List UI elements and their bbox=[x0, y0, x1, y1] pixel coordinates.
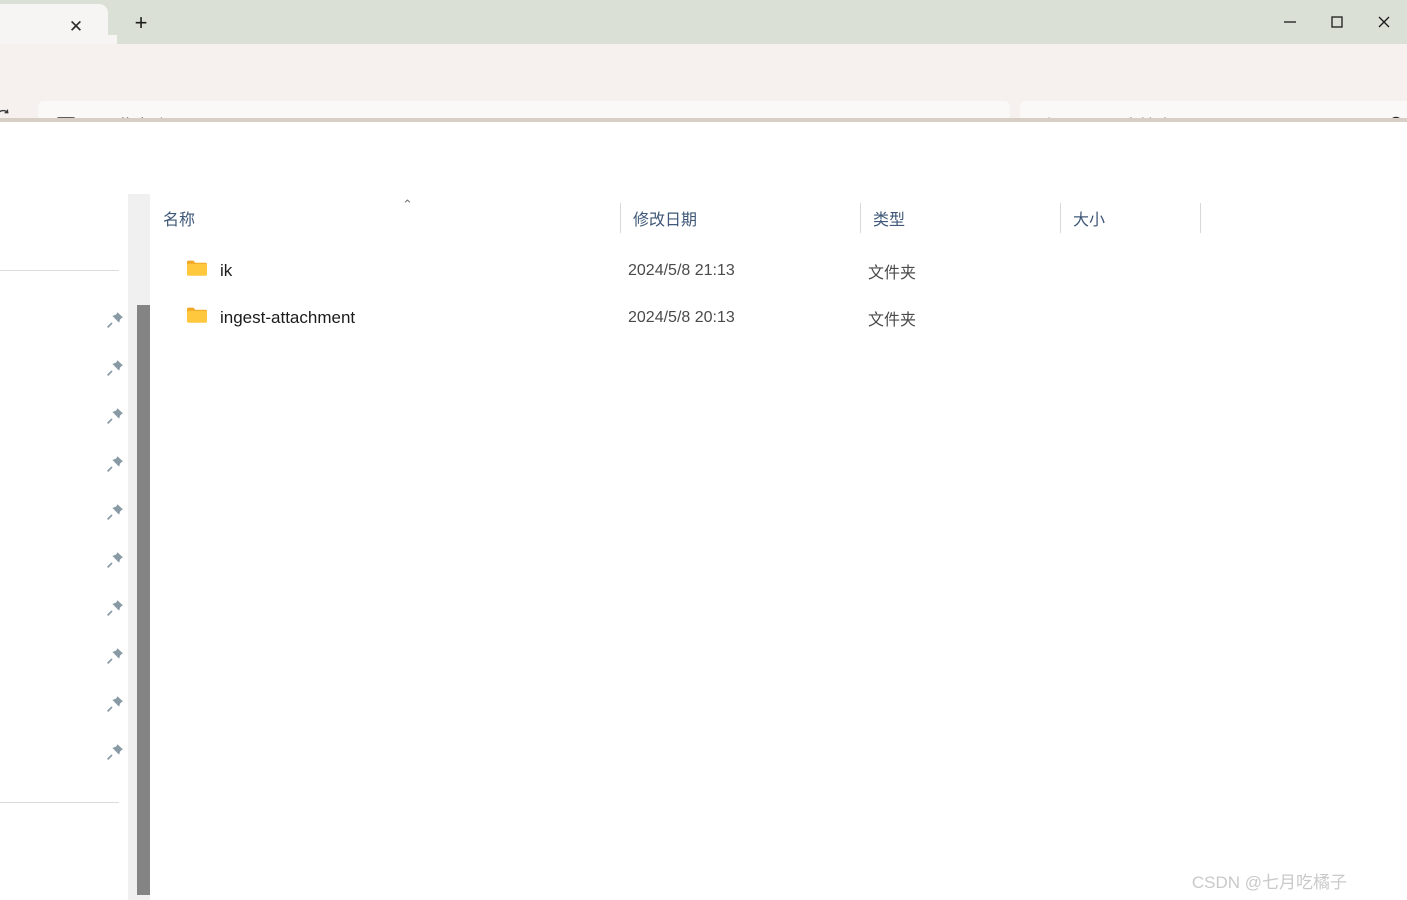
pin-icon[interactable] bbox=[105, 550, 125, 570]
column-headers: ⌃ 名称 修改日期 类型 大小 bbox=[150, 194, 1407, 242]
close-window-button[interactable] bbox=[1360, 0, 1407, 44]
pin-icon[interactable] bbox=[105, 598, 125, 618]
sidebar-item[interactable] bbox=[0, 346, 128, 390]
maximize-button[interactable] bbox=[1313, 0, 1360, 44]
sidebar-divider bbox=[0, 270, 119, 271]
table-row[interactable]: ik 2024/5/8 21:13 文件夹 bbox=[150, 247, 1407, 294]
sidebar-scrollbar-thumb[interactable] bbox=[137, 305, 150, 895]
folder-icon bbox=[186, 259, 208, 282]
sidebar-item[interactable] bbox=[0, 682, 128, 726]
watermark: CSDN @七月吃橘子 bbox=[1191, 873, 1347, 892]
explorer-tab[interactable]: ✕ bbox=[0, 4, 117, 44]
pin-icon[interactable] bbox=[105, 406, 125, 426]
file-name: ingest-attachment bbox=[220, 307, 356, 327]
sidebar-item[interactable] bbox=[0, 586, 128, 630]
pin-icon[interactable] bbox=[105, 742, 125, 762]
close-tab-button[interactable]: ✕ bbox=[64, 15, 88, 37]
file-name-cell[interactable]: ingest-attachment bbox=[186, 306, 355, 329]
pin-icon[interactable] bbox=[105, 694, 125, 714]
sidebar-item[interactable] bbox=[0, 298, 128, 342]
command-toolbar: A bbox=[0, 122, 1407, 300]
column-header-name[interactable]: 名称 bbox=[150, 194, 620, 242]
minimize-button[interactable] bbox=[1266, 0, 1313, 44]
sidebar-item[interactable] bbox=[0, 490, 128, 534]
window-controls bbox=[1266, 0, 1407, 44]
navigation-sidebar[interactable]: aster bbox=[0, 194, 128, 900]
file-explorer-window: ✕ + ⌃ 名称 修改日期 类型 大小 ik 2024/5/8 21:13 文件… bbox=[0, 0, 1407, 900]
table-row[interactable]: ingest-attachment 2024/5/8 20:13 文件夹 bbox=[150, 294, 1407, 341]
sidebar-item[interactable] bbox=[0, 538, 128, 582]
sidebar-item[interactable] bbox=[0, 442, 128, 486]
new-tab-button[interactable]: + bbox=[124, 9, 158, 37]
pin-icon[interactable] bbox=[105, 310, 125, 330]
column-header-size[interactable]: 大小 bbox=[1060, 194, 1200, 242]
column-header-type[interactable]: 类型 bbox=[860, 194, 1060, 242]
file-type: 文件夹 bbox=[868, 311, 917, 329]
column-divider[interactable] bbox=[1200, 203, 1201, 233]
file-name: ik bbox=[220, 260, 233, 280]
sidebar-item[interactable] bbox=[0, 730, 128, 774]
title-bar: ✕ + bbox=[0, 0, 1407, 44]
file-date: 2024/5/8 21:13 bbox=[628, 261, 735, 279]
file-type: 文件夹 bbox=[868, 264, 917, 282]
folder-icon bbox=[186, 306, 208, 329]
column-header-date[interactable]: 修改日期 bbox=[620, 194, 860, 242]
pin-icon[interactable] bbox=[105, 358, 125, 378]
sidebar-item-truncated[interactable]: aster bbox=[0, 634, 128, 678]
file-date: 2024/5/8 20:13 bbox=[628, 308, 735, 326]
address-bar-row: › 此电脑 › Data (D:) › RJ › ES › elasticsea… bbox=[0, 44, 1407, 148]
sidebar-divider bbox=[0, 802, 119, 803]
sidebar-item[interactable] bbox=[0, 394, 128, 438]
pin-icon[interactable] bbox=[105, 502, 125, 522]
file-list-pane: ⌃ 名称 修改日期 类型 大小 ik 2024/5/8 21:13 文件夹 in… bbox=[150, 194, 1407, 900]
pin-icon[interactable] bbox=[105, 454, 125, 474]
pin-icon[interactable] bbox=[105, 646, 125, 666]
file-name-cell[interactable]: ik bbox=[186, 259, 232, 282]
